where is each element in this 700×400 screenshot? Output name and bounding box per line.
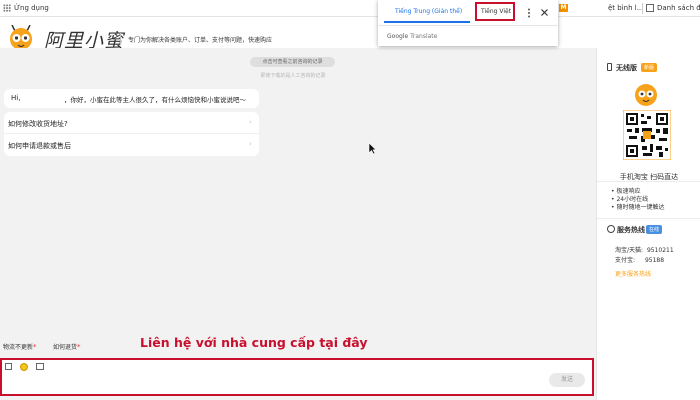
wireless-badge: 新版 xyxy=(641,63,658,72)
header-slogan: 专门为你解决各类账户、订单、支付等问题，快速购应 xyxy=(128,37,273,44)
mascot-icon xyxy=(635,84,657,106)
faq-item-label: 如何修改收货地址? xyxy=(8,120,68,128)
qr-code-image xyxy=(623,110,671,160)
greeting-prefix: Hi, xyxy=(11,94,21,102)
chevron-right-icon: › xyxy=(249,118,252,126)
reading-list-icon xyxy=(646,4,654,12)
tab-source-language[interactable]: Tiếng Trung (Giản thể) xyxy=(395,8,462,15)
popup-divider xyxy=(378,25,558,26)
right-sidebar: 无线版 新版 手机淘宝 扫码直达 • 极速响应 • 24小时在线 • 随时随地一… xyxy=(596,48,700,400)
bookmark-favicon-icon: M xyxy=(559,4,568,12)
greeting-text: ，你好，小蜜在此等主人很久了，有什么烦恼快和小蜜说说吧～ xyxy=(64,96,246,104)
phone-row: 淘宝/天猫: 9510211 xyxy=(615,245,674,254)
history-pill[interactable]: 点击可查看之前咨询的记录 xyxy=(250,57,335,67)
emoji-icon[interactable] xyxy=(20,363,28,371)
active-tab-indicator xyxy=(384,21,470,23)
message-input-area[interactable]: 发送 xyxy=(0,358,594,396)
feature-item: • 随时随地一键触达 xyxy=(611,204,665,211)
greeting-bubble: Hi, ，你好，小蜜在此等主人很久了，有什么烦恼快和小蜜说说吧～ xyxy=(4,89,259,108)
feature-list: • 极速响应 • 24小时在线 • 随时随地一键触达 xyxy=(611,188,664,212)
tab-target-label: Tiếng Việt xyxy=(481,8,512,15)
apps-label[interactable]: Ứng dụng xyxy=(14,4,49,12)
more-options-icon[interactable] xyxy=(527,8,531,18)
phone-number: 95188 xyxy=(644,257,665,264)
reading-list-link[interactable]: Danh sách đọc xyxy=(657,4,700,12)
tag-required-mark: * xyxy=(33,343,37,351)
chat-area: 点击可查看之前咨询的记录 即使下载的是人工咨询的记录 Hi, ，你好，小蜜在此等… xyxy=(0,48,596,400)
screenshot-icon[interactable] xyxy=(36,363,44,370)
hotline-title: 服务热线 xyxy=(617,226,645,234)
header-divider xyxy=(120,33,121,45)
translate-popup: Tiếng Trung (Giản thể) Tiếng Việt Google… xyxy=(378,0,558,46)
annotation-text: Liên hệ với nhà cung cấp tại đây xyxy=(140,335,368,350)
google-translate-brand: Google Translate xyxy=(387,33,437,40)
send-button[interactable]: 发送 xyxy=(549,373,585,387)
brand-google: Google xyxy=(387,33,409,40)
faq-item[interactable]: 如何修改收货地址? › xyxy=(4,112,259,134)
brand-translate: Translate xyxy=(410,33,438,40)
tab-target-language[interactable]: Tiếng Việt xyxy=(475,2,515,21)
sidebar-divider xyxy=(597,181,700,182)
quick-tag-label: 如何退货 xyxy=(53,344,78,351)
sidebar-divider xyxy=(597,218,700,219)
close-icon[interactable] xyxy=(541,9,548,16)
phone-icon xyxy=(607,63,612,71)
history-note: 即使下载的是人工咨询的记录 xyxy=(260,73,326,79)
feature-item: • 极速响应 xyxy=(611,188,641,195)
phone-label: 支付宝: xyxy=(615,257,636,264)
headset-icon xyxy=(607,225,615,233)
image-upload-icon[interactable] xyxy=(5,363,12,370)
faq-item-label: 如何申请退款或售后 xyxy=(8,142,71,150)
faq-item[interactable]: 如何申请退款或售后 › xyxy=(4,134,259,156)
phone-label: 淘宝/天猫: xyxy=(615,247,644,254)
faq-card: 如何修改收货地址? › 如何申请退款或售后 › xyxy=(4,112,259,156)
hotline-badge: 在线 xyxy=(646,225,663,234)
quick-tag-label: 物流不更新 xyxy=(3,344,34,351)
bookmarks-bar: Ứng dụng M ệt bình l... Danh sách đọc xyxy=(0,0,700,17)
chevron-right-icon: › xyxy=(249,140,252,148)
quick-tag-return[interactable]: 如何退货* xyxy=(53,342,81,351)
bookmark-item-1[interactable]: ệt bình l... xyxy=(608,4,643,12)
quick-tag-logistics[interactable]: 物流不更新* xyxy=(3,342,37,351)
phone-number: 9510211 xyxy=(646,247,674,254)
mouse-cursor-icon xyxy=(368,142,377,155)
wireless-title: 无线版 xyxy=(616,64,637,72)
phone-row: 支付宝: 95188 xyxy=(615,255,664,264)
apps-icon[interactable] xyxy=(3,4,11,12)
bookmark-divider xyxy=(642,3,643,14)
tag-required-mark: * xyxy=(77,343,81,351)
more-hotlines-link[interactable]: 更多服务热线 xyxy=(615,269,651,278)
feature-item: • 24小时在线 xyxy=(611,196,649,203)
